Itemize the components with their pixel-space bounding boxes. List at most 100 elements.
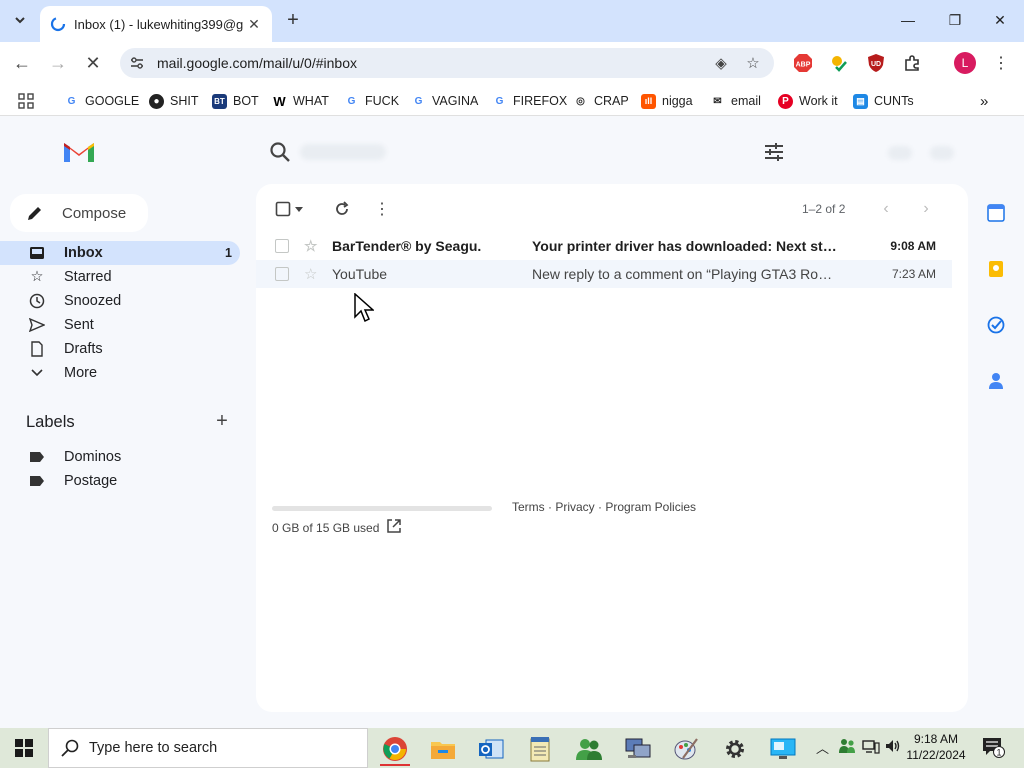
settings-gear-icon[interactable] (716, 732, 754, 766)
tab-search-button[interactable] (8, 8, 32, 32)
bookmark-star-icon[interactable]: ☆ (744, 54, 762, 72)
pagination-text: 1–2 of 2 (802, 202, 846, 216)
chevron-down-icon (15, 17, 25, 24)
ublock-origin-icon[interactable]: UD (865, 52, 887, 74)
external-link-icon[interactable] (386, 518, 402, 534)
settings-icon[interactable] (930, 146, 954, 160)
outlook-icon[interactable] (472, 732, 510, 766)
extension-check-icon[interactable] (828, 52, 850, 74)
star-icon[interactable]: ☆ (304, 237, 317, 255)
close-window-button[interactable]: ✕ (978, 6, 1022, 34)
extensions-puzzle-icon[interactable] (901, 52, 923, 74)
storage-text: 0 GB of 15 GB used (272, 521, 380, 535)
browser-menu-icon[interactable]: ⋮ (990, 52, 1012, 74)
search-input[interactable] (300, 144, 386, 160)
soundcloud-icon: ıll (641, 93, 656, 109)
adblock-plus-icon[interactable]: ABP (792, 52, 814, 74)
search-icon[interactable] (268, 140, 292, 164)
bookmark-item[interactable]: ◎ CRAP (573, 92, 629, 110)
bookmark-item[interactable]: G FUCK (344, 92, 399, 110)
people-tray-icon[interactable] (838, 737, 856, 758)
notepad-icon[interactable] (521, 732, 559, 766)
label-dominos[interactable]: Dominos (0, 445, 240, 469)
network-app-icon[interactable] (619, 732, 657, 766)
docs-icon: ▤ (853, 93, 868, 109)
select-all-checkbox[interactable] (272, 198, 294, 220)
contacts-icon[interactable] (982, 367, 1010, 395)
clock[interactable]: 9:18 AM 11/22/2024 (904, 731, 968, 763)
chrome-taskbar-icon[interactable] (376, 732, 414, 766)
label-icon (28, 472, 46, 490)
more-actions-icon[interactable]: ⋮ (371, 198, 393, 220)
add-label-button[interactable]: + (212, 410, 232, 432)
lens-icon[interactable]: ◈ (712, 54, 730, 72)
taskbar-search[interactable]: Type here to search (48, 728, 368, 768)
bookmark-item[interactable]: P Work it (778, 92, 838, 110)
windows-icon (15, 739, 33, 757)
restore-button[interactable]: ❐ (933, 6, 977, 34)
notifications-icon[interactable]: 1 (982, 736, 1006, 761)
bookmark-item[interactable]: ● SHIT (149, 92, 198, 110)
svg-text:UD: UD (871, 61, 881, 68)
nav-more[interactable]: More (0, 361, 240, 385)
site-settings-icon[interactable] (128, 54, 146, 72)
nav-drafts[interactable]: Drafts (0, 337, 240, 361)
close-tab-icon[interactable]: ✕ (244, 14, 264, 34)
nav-starred[interactable]: ☆ Starred (0, 265, 240, 289)
bookmark-item[interactable]: BT BOT (212, 92, 259, 110)
search-options-icon[interactable] (762, 140, 786, 164)
keep-icon[interactable] (982, 255, 1010, 283)
volume-icon[interactable] (884, 737, 902, 758)
network-icon[interactable] (862, 739, 880, 758)
bookmark-item[interactable]: ✉ email (710, 92, 761, 110)
refresh-icon[interactable] (331, 198, 353, 220)
email-sender: BarTender® by Seagu. (332, 238, 482, 254)
show-hidden-icons-icon[interactable]: ︿ (816, 738, 829, 757)
footer-links[interactable]: Terms · Privacy · Program Policies (512, 500, 696, 514)
bookmark-item[interactable]: W WHAT (272, 92, 329, 110)
row-checkbox[interactable] (275, 239, 289, 253)
email-row[interactable]: ☆ YouTube New reply to a comment on “Pla… (256, 260, 952, 288)
email-row[interactable]: ☆ BarTender® by Seagu. Your printer driv… (256, 232, 952, 260)
gmail-logo[interactable] (62, 138, 96, 169)
select-dropdown-icon[interactable] (292, 198, 306, 220)
compose-button[interactable]: Compose (10, 194, 148, 232)
google-icon: G (495, 95, 504, 107)
remote-desktop-icon[interactable] (764, 732, 802, 766)
star-icon[interactable]: ☆ (304, 265, 317, 283)
older-page-icon[interactable]: › (915, 198, 937, 220)
paint-icon[interactable] (667, 732, 705, 766)
label-postage[interactable]: Postage (0, 469, 240, 493)
mouse-cursor-icon (354, 293, 374, 323)
row-checkbox[interactable] (275, 267, 289, 281)
forward-button[interactable]: → (45, 50, 71, 76)
contacts-app-icon[interactable] (570, 732, 608, 766)
bookmark-item[interactable]: ıll nigga (641, 92, 693, 110)
minimize-button[interactable]: — (886, 6, 930, 34)
more-bookmarks-icon[interactable]: » (980, 92, 988, 110)
draft-icon (28, 340, 46, 358)
new-tab-button[interactable]: + (282, 9, 304, 31)
browser-tab-gmail[interactable]: Inbox (1) - lukewhiting399@gm ✕ (40, 6, 272, 42)
apps-grid-icon[interactable] (18, 92, 34, 110)
back-button[interactable]: ← (9, 50, 35, 76)
bookmark-item[interactable]: ▤ CUNTs (853, 92, 914, 110)
bookmark-item[interactable]: G GOOGLE (64, 92, 140, 110)
nav-inbox[interactable]: Inbox 1 (0, 241, 240, 265)
tasks-icon[interactable] (982, 311, 1010, 339)
nav-sent[interactable]: Sent (0, 313, 240, 337)
help-icon[interactable] (888, 146, 912, 160)
calendar-icon[interactable] (982, 199, 1010, 227)
stop-loading-button[interactable]: ✕ (80, 50, 106, 76)
start-button[interactable] (0, 728, 48, 768)
url-text: mail.google.com/mail/u/0/#inbox (157, 55, 357, 71)
address-bar[interactable]: mail.google.com/mail/u/0/#inbox ◈ ☆ (120, 48, 774, 78)
send-icon (28, 316, 46, 334)
newer-page-icon[interactable]: ‹ (875, 198, 897, 220)
profile-avatar[interactable]: L (954, 52, 976, 74)
file-explorer-icon[interactable] (424, 732, 462, 766)
pencil-icon (28, 207, 41, 220)
bookmark-item[interactable]: G VAGINA (411, 92, 479, 110)
bookmark-item[interactable]: G FIREFOX (492, 92, 568, 110)
nav-snoozed[interactable]: Snoozed (0, 289, 240, 313)
